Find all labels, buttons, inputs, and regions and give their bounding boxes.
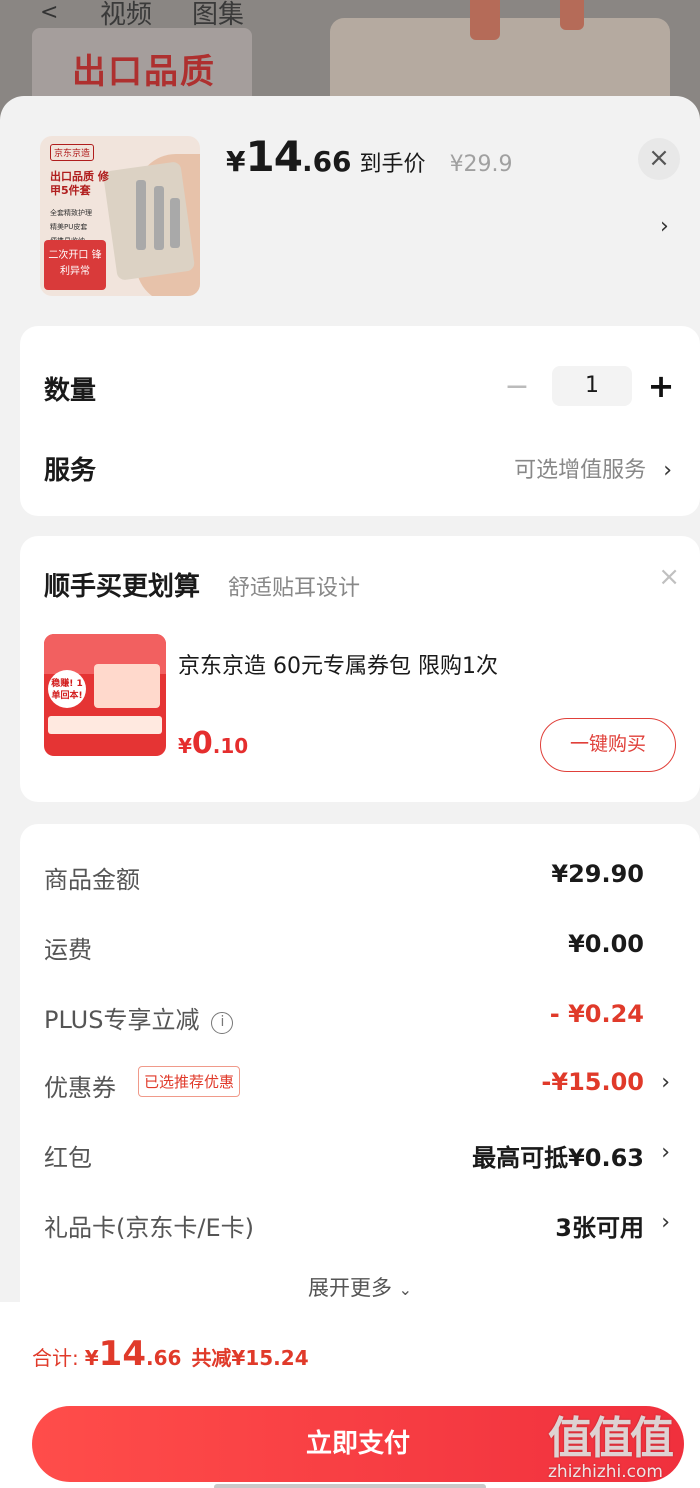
coupon-tag: 已选推荐优惠 — [138, 1066, 241, 1097]
fee-label: 红包 — [44, 1144, 92, 1172]
minus-icon[interactable]: − — [502, 369, 532, 404]
upsell-image[interactable]: 稳赚! 1单回本! — [44, 634, 166, 756]
service-selector[interactable]: 可选增值服务 › — [514, 452, 672, 484]
fee-label: 运费 — [44, 936, 92, 964]
chevron-right-icon: › — [661, 1210, 670, 1235]
chevron-right-icon: › — [663, 458, 672, 483]
info-icon[interactable]: i — [211, 1012, 234, 1034]
currency-symbol: ¥ — [84, 1346, 99, 1370]
upsell-subtitle: 舒适贴耳设计 — [228, 576, 361, 601]
price-decimal: .66 — [301, 145, 352, 178]
expand-more-label: 展开更多 — [307, 1276, 392, 1300]
fee-label: 礼品卡(京东卡/E卡) — [44, 1214, 254, 1242]
chevron-right-icon[interactable]: › — [660, 214, 669, 239]
bg-tab-video: 视频 — [100, 0, 153, 30]
bg-promo-text: 出口品质 — [72, 52, 216, 92]
total-decimal: .66 — [146, 1346, 182, 1370]
price-tag: 到手价 — [359, 152, 426, 177]
one-click-buy-button[interactable]: 一键购买 — [540, 718, 676, 772]
thumb-logo: 京东京造 — [50, 144, 95, 161]
product-thumbnail[interactable]: 京东京造 出口品质 修甲5件套 全套精致护理 精美PU皮套 便携易收纳 二次开口… — [40, 136, 200, 296]
service-label: 服务 — [44, 456, 97, 486]
fee-label-wrap: PLUS专享立减 i — [44, 1000, 234, 1035]
upsell-card: 顺手买更划算 舒适贴耳设计 × 稳赚! 1单回本! 京东京造 60元专属券包 限… — [20, 536, 700, 802]
order-total: 合计: ¥ 14 .66 共减¥15.24 — [32, 1334, 309, 1374]
product-summary: 京东京造 出口品质 修甲5件套 全套精致护理 精美PU皮套 便携易收纳 二次开口… — [0, 96, 700, 326]
thumb-clipper — [154, 186, 164, 250]
thumb-clipper — [136, 180, 146, 250]
fee-label: 商品金额 — [44, 866, 140, 894]
close-icon[interactable]: × — [638, 138, 680, 180]
fee-row-plus-discount: PLUS专享立减 i - ¥0.24 — [20, 998, 700, 1038]
fee-label: 优惠券 — [44, 1074, 116, 1102]
total-label: 合计: — [32, 1346, 79, 1370]
background-tabs: 视频 图集 — [40, 0, 244, 31]
fee-value: - ¥0.24 — [549, 1000, 644, 1028]
fee-row-red-packet[interactable]: 红包 最高可抵¥0.63 › — [20, 1136, 700, 1176]
chevron-right-icon: › — [661, 1070, 670, 1095]
chevron-right-icon: › — [661, 1140, 670, 1165]
home-indicator — [214, 1484, 486, 1488]
fee-value: 3张可用 — [555, 1214, 644, 1242]
purchase-sheet: 京东京造 出口品质 修甲5件套 全套精致护理 精美PU皮套 便携易收纳 二次开口… — [0, 96, 700, 1488]
bg-decoration — [560, 0, 584, 30]
fee-value: -¥15.00 — [541, 1068, 644, 1096]
fee-row-shipping: 运费 ¥0.00 — [20, 928, 700, 968]
currency-symbol: ¥ — [178, 734, 192, 758]
thumb-headline: 出口品质 修甲5件套 — [50, 170, 109, 197]
plus-icon[interactable]: + — [646, 367, 676, 405]
upsell-image-graphic — [94, 664, 160, 708]
quantity-label: 数量 — [44, 376, 97, 406]
fee-row-coupon[interactable]: 优惠券 已选推荐优惠 -¥15.00 › — [20, 1066, 700, 1106]
thumb-clipper — [170, 198, 180, 248]
quantity-service-card: 数量 − 1 + 服务 可选增值服务 › — [20, 326, 700, 516]
upsell-title: 顺手买更划算 — [44, 572, 201, 602]
thumb-feature: 精美PU皮套 — [50, 223, 88, 231]
expand-more-button[interactable]: 展开更多 ⌄ — [20, 1272, 700, 1302]
quantity-input[interactable]: 1 — [552, 366, 632, 406]
service-value: 可选增值服务 — [514, 458, 647, 483]
chevron-down-icon: ⌄ — [398, 1280, 413, 1299]
thumb-badge: 二次开口 锋利异常 — [44, 240, 106, 290]
price-row: ¥ 14 .66 到手价 ¥29.9 — [226, 132, 513, 181]
watermark-glyphs: 值值值 — [548, 1413, 674, 1464]
fee-value: ¥0.00 — [568, 930, 644, 958]
upsell-image-strip — [48, 716, 162, 734]
price-integer: 14 — [245, 132, 302, 181]
fee-breakdown-card: 商品金额 ¥29.90 运费 ¥0.00 PLUS专享立减 i - ¥0.24 优… — [20, 824, 700, 1344]
upsell-price: ¥ 0 .10 — [178, 726, 248, 761]
upsell-image-badge: 稳赚! 1单回本! — [48, 670, 86, 708]
fee-row-subtotal: 商品金额 ¥29.90 — [20, 858, 700, 898]
upsell-price-decimal: .10 — [212, 734, 249, 758]
watermark-logo: 值值值 zhizhizhi.com — [548, 1402, 690, 1482]
original-price: ¥29.9 — [449, 152, 513, 177]
currency-symbol: ¥ — [226, 145, 246, 178]
upsell-price-integer: 0 — [191, 726, 213, 761]
fee-value: ¥29.90 — [551, 860, 644, 888]
bg-decoration — [470, 0, 500, 40]
total-integer: 14 — [98, 1334, 146, 1374]
total-saved: 共减¥15.24 — [191, 1346, 309, 1370]
fee-row-gift-card[interactable]: 礼品卡(京东卡/E卡) 3张可用 › — [20, 1206, 700, 1246]
fee-label: PLUS专享立减 — [44, 1006, 200, 1034]
fee-value: 最高可抵¥0.63 — [472, 1144, 644, 1172]
upsell-item-name[interactable]: 京东京造 60元专属券包 限购1次 — [178, 648, 498, 680]
close-icon[interactable]: × — [658, 562, 680, 592]
thumb-case — [102, 161, 196, 281]
thumb-feature: 全套精致护理 — [50, 209, 92, 217]
quantity-stepper: − 1 + — [502, 366, 676, 406]
bg-tab-gallery: 图集 — [192, 0, 245, 30]
